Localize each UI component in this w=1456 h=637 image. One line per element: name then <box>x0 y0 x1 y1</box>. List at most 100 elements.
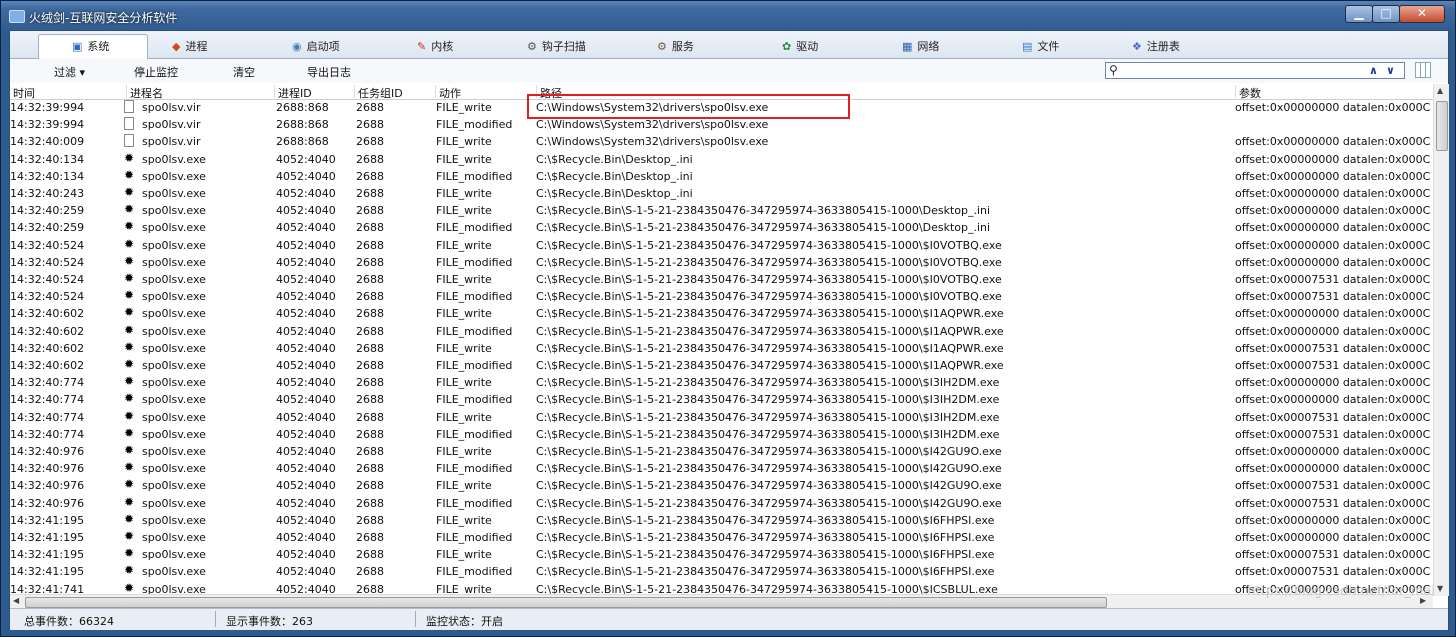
scroll-down-icon[interactable]: ▼ <box>1437 584 1443 593</box>
clear-button[interactable]: 清空 <box>233 64 255 80</box>
minimize-button[interactable]: ▁ <box>1345 5 1373 23</box>
table-row[interactable]: ✹ 14:32:40:524 spo0lsv.exe 4052:4040 2688 FIL… <box>10 271 1433 288</box>
cell-action: FILE_modified <box>436 221 513 235</box>
cell-process: spo0lsv.exe <box>142 359 206 372</box>
cell-taskgroup: 2688 <box>356 273 384 286</box>
tab-file[interactable]: ▤ 文件 <box>1010 35 1110 58</box>
col-taskgroup[interactable]: 任务组ID <box>354 85 403 100</box>
table-row[interactable]: ✹ 14:32:41:195 spo0lsv.exe 4052:4040 2688 FIL… <box>10 563 1433 580</box>
col-time[interactable]: 时间 <box>10 85 35 100</box>
col-pid[interactable]: 进程ID <box>274 85 312 100</box>
table-row[interactable]: ✹ 14:32:40:524 spo0lsv.exe 4052:4040 2688 FIL… <box>10 254 1433 271</box>
table-row[interactable]: ✹ 14:32:40:259 spo0lsv.exe 4052:4040 2688 FIL… <box>10 219 1433 236</box>
table-row[interactable]: ✹ 14:32:40:774 spo0lsv.exe 4052:4040 2688 FIL… <box>10 426 1433 443</box>
cell-process: spo0lsv.exe <box>142 187 206 200</box>
tab-driver[interactable]: ✿ 驱动 <box>770 35 870 58</box>
tab-network[interactable]: ▦ 网络 <box>890 35 990 58</box>
vertical-scrollbar[interactable]: ▲ ▼ <box>1433 84 1449 596</box>
table-row[interactable]: ✹ 14:32:40:976 spo0lsv.exe 4052:4040 2688 FIL… <box>10 477 1433 494</box>
tab-kernel[interactable]: ✎ 内核 <box>405 35 505 58</box>
table-row[interactable]: ✹ 14:32:40:524 spo0lsv.exe 4052:4040 2688 FIL… <box>10 237 1433 254</box>
cell-time: 14:32:40:524 <box>10 255 85 269</box>
table-row[interactable]: ✹ 14:32:40:976 spo0lsv.exe 4052:4040 2688 FIL… <box>10 460 1433 477</box>
status-divider <box>415 611 416 627</box>
tab-label: 启动项 <box>306 40 340 53</box>
title-bar[interactable]: 火绒剑-互联网安全分析软件 ▁ □ ✕ <box>1 1 1455 31</box>
tab-process[interactable]: ◆ 进程 <box>160 35 260 58</box>
table-row[interactable]: ✹ 14:32:40:602 spo0lsv.exe 4052:4040 2688 FIL… <box>10 305 1433 322</box>
vertical-scroll-thumb[interactable] <box>1436 101 1448 151</box>
close-button[interactable]: ✕ <box>1399 5 1445 23</box>
stop-monitor-button[interactable]: 停止监控 <box>134 64 178 80</box>
column-settings-icon[interactable] <box>1415 62 1431 78</box>
table-row[interactable]: ✹ 14:32:41:195 spo0lsv.exe 4052:4040 2688 FIL… <box>10 529 1433 546</box>
table-row[interactable]: 14:32:40:009 spo0lsv.vir 2688:868 2688 FILE_… <box>10 133 1433 150</box>
table-row[interactable]: ✹ 14:32:40:134 spo0lsv.exe 4052:4040 2688 FIL… <box>10 168 1433 185</box>
search-next-button[interactable]: ∨ <box>1386 64 1395 77</box>
cell-params: offset:0x00000000 datalen:0x000C <box>1235 462 1431 476</box>
table-row[interactable]: ✹ 14:32:41:195 spo0lsv.exe 4052:4040 2688 FIL… <box>10 512 1433 529</box>
cell-action: FILE_write <box>436 548 492 562</box>
virus-exe-icon: ✹ <box>124 408 135 423</box>
search-input[interactable]: ⚲ ∧ ∨ <box>1105 62 1405 79</box>
cell-time: 14:32:40:976 <box>10 462 85 476</box>
maximize-button[interactable]: □ <box>1372 5 1400 23</box>
tab-startup[interactable]: ◉ 启动项 <box>280 35 380 58</box>
tab-system[interactable]: ▣ 系统 <box>38 34 148 59</box>
table-row[interactable]: ✹ 14:32:40:602 spo0lsv.exe 4052:4040 2688 FIL… <box>10 323 1433 340</box>
horizontal-scroll-thumb[interactable] <box>25 597 1107 608</box>
table-row[interactable]: ✹ 14:32:40:976 spo0lsv.exe 4052:4040 2688 FIL… <box>10 443 1433 460</box>
cell-time: 14:32:40:259 <box>10 204 85 218</box>
cell-params: offset:0x00007531 datalen:0x000C <box>1235 410 1431 424</box>
cell-action: FILE_modified <box>436 324 513 338</box>
table-row[interactable]: ✹ 14:32:41:195 spo0lsv.exe 4052:4040 2688 FIL… <box>10 546 1433 563</box>
cell-params: offset:0x00000000 datalen:0x000C <box>1235 204 1431 218</box>
table-row[interactable]: ✹ 14:32:40:774 spo0lsv.exe 4052:4040 2688 FIL… <box>10 374 1433 391</box>
table-row[interactable]: ✹ 14:32:41:741 spo0lsv.exe 4052:4040 2688 FIL… <box>10 581 1433 594</box>
horizontal-scrollbar[interactable]: ◀ ▶ <box>10 594 1433 609</box>
tab-registry[interactable]: ❖ 注册表 <box>1120 35 1220 58</box>
cell-time: 14:32:40:602 <box>10 324 85 338</box>
table-row[interactable]: ✹ 14:32:40:774 spo0lsv.exe 4052:4040 2688 FIL… <box>10 391 1433 408</box>
table-row[interactable]: ✹ 14:32:40:243 spo0lsv.exe 4052:4040 2688 FIL… <box>10 185 1433 202</box>
table-row[interactable]: ✹ 14:32:40:524 spo0lsv.exe 4052:4040 2688 FIL… <box>10 288 1433 305</box>
cell-params: offset:0x00007531 datalen:0x000C <box>1235 290 1431 304</box>
cell-pid: 4052:4040 <box>276 479 336 493</box>
cell-time: 14:32:40:602 <box>10 359 85 372</box>
col-action[interactable]: 动作 <box>435 85 461 100</box>
tab-hook[interactable]: ⚙ 钩子扫描 <box>515 35 615 58</box>
search-prev-button[interactable]: ∧ <box>1369 64 1378 77</box>
table-row[interactable]: ✹ 14:32:40:976 spo0lsv.exe 4052:4040 2688 FIL… <box>10 495 1433 512</box>
cell-params: offset:0x00000000 datalen:0x000C <box>1235 187 1431 200</box>
table-row[interactable]: ✹ 14:32:40:602 spo0lsv.exe 4052:4040 2688 FIL… <box>10 340 1433 357</box>
cell-params: offset:0x00000000 datalen:0x000C <box>1235 152 1431 166</box>
cell-pid: 4052:4040 <box>276 496 336 510</box>
cell-pid: 4052:4040 <box>276 307 336 321</box>
table-row[interactable]: ✹ 14:32:40:134 spo0lsv.exe 4052:4040 2688 FIL… <box>10 151 1433 168</box>
cell-pid: 4052:4040 <box>276 238 336 252</box>
cell-action: FILE_write <box>436 376 492 390</box>
table-row[interactable]: ✹ 14:32:40:602 spo0lsv.exe 4052:4040 2688 FIL… <box>10 357 1433 374</box>
cell-path: C:\Windows\System32\drivers\spo0lsv.exe <box>536 135 769 149</box>
cell-pid: 4052:4040 <box>276 341 336 355</box>
toolbar: 过滤 ▾ 停止监控 清空 导出日志 ⚲ ∧ ∨ <box>10 59 1448 83</box>
cell-process: spo0lsv.exe <box>142 479 206 493</box>
cell-params: offset:0x00000000 datalen:0x000C <box>1235 135 1431 149</box>
cell-path: C:\$Recycle.Bin\S-1-5-21-2384350476-3472… <box>536 221 991 235</box>
cell-time: 14:32:40:134 <box>10 169 85 183</box>
col-process[interactable]: 进程名 <box>126 85 163 100</box>
cell-pid: 4052:4040 <box>276 548 336 562</box>
scroll-left-icon[interactable]: ◀ <box>13 596 19 605</box>
cell-taskgroup: 2688 <box>356 187 384 200</box>
col-params[interactable]: 参数 <box>1235 85 1261 100</box>
export-log-button[interactable]: 导出日志 <box>307 64 351 80</box>
table-row[interactable]: ✹ 14:32:40:259 spo0lsv.exe 4052:4040 2688 FIL… <box>10 202 1433 219</box>
scroll-up-icon[interactable]: ▲ <box>1437 86 1443 95</box>
cell-pid: 2688:868 <box>276 118 329 132</box>
filter-button[interactable]: 过滤 ▾ <box>54 64 85 80</box>
cell-action: FILE_write <box>436 445 492 458</box>
table-row[interactable]: ✹ 14:32:40:774 spo0lsv.exe 4052:4040 2688 FIL… <box>10 409 1433 426</box>
cell-pid: 4052:4040 <box>276 376 336 390</box>
tab-bar: ▣ 系统 ◆ 进程 ◉ 启动项 ✎ 内核 ⚙ 钩子扫描 ⚙ 服务 ✿ 驱动 ▦ 网络 ▤ 文件 ❖ 注册表 <box>10 31 1448 59</box>
tab-service[interactable]: ⚙ 服务 <box>645 35 745 58</box>
